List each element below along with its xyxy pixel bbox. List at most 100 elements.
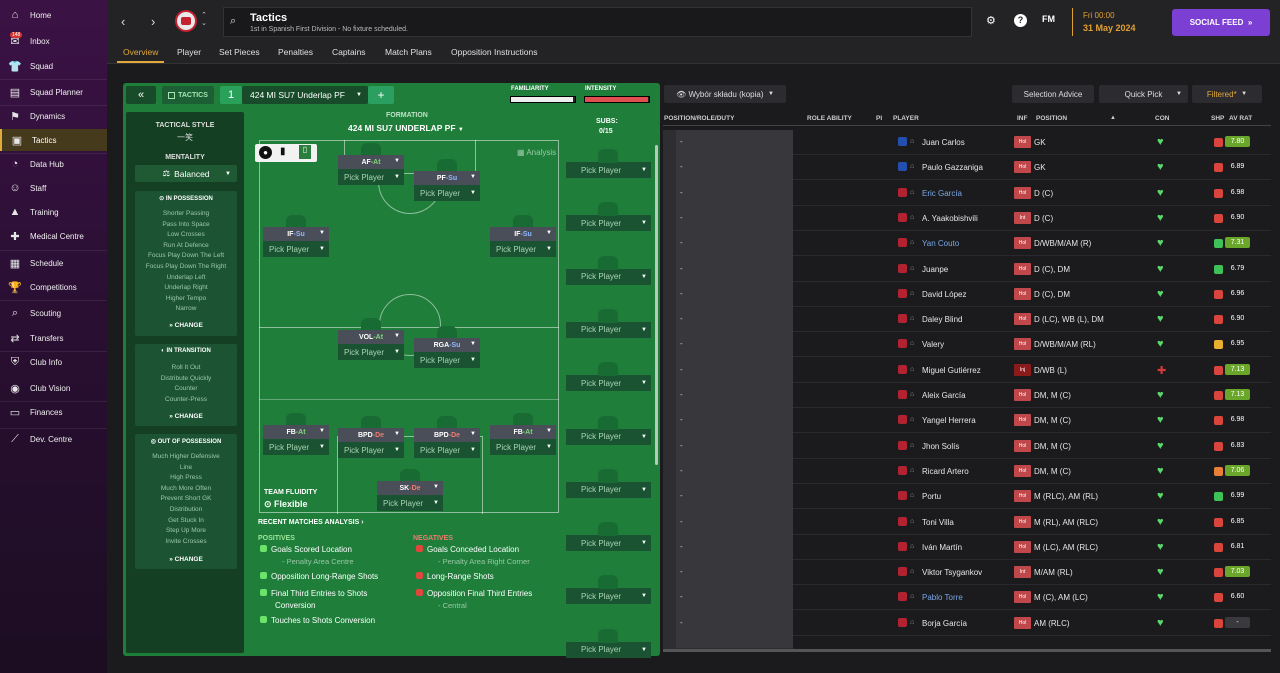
squad-selection-select[interactable]: 👁 Wybór składu (kopia) ▼: [664, 85, 786, 103]
pick-player-select[interactable]: Pick Player ▼: [338, 442, 404, 458]
table-row[interactable]: - ⌂ Yangel Herrera Hol DM, M (C) ♥ 6.98: [680, 408, 1271, 434]
sub-slot[interactable]: Pick Player ▼: [566, 575, 651, 605]
table-row[interactable]: - ⌂ Iván Martín Hol M (LC), AM (RLC) ♥ 6.81: [680, 535, 1271, 560]
column-header[interactable]: POSITION: [1036, 115, 1067, 122]
sidebar-item-inbox[interactable]: ✉ 148 Inbox: [0, 30, 107, 52]
pick-player-select[interactable]: Pick Player ▼: [338, 344, 404, 360]
table-row[interactable]: - ⌂ Jhon Solís Hol DM, M (C) ♥ 6.83: [680, 434, 1271, 459]
role-duty-cell[interactable]: -: [680, 466, 683, 475]
role-duty-cell[interactable]: -: [680, 213, 683, 222]
change-button[interactable]: » CHANGE: [135, 413, 237, 420]
negative-item[interactable]: Opposition Final Third Entries: [416, 589, 532, 598]
sidebar-item-medical-centre[interactable]: ✚ Medical Centre: [0, 225, 107, 247]
sidebar-item-dev-centre[interactable]: ⟋ Dev. Centre: [0, 428, 107, 450]
positive-item[interactable]: Final Third Entries to Shots: [260, 589, 367, 598]
table-row[interactable]: - ⌂ Eric García Hol D (C) ♥ 6.98: [680, 181, 1271, 206]
role-duty[interactable]: FB - At ▼: [263, 425, 329, 439]
player-name[interactable]: Yangel Herrera: [922, 416, 976, 425]
info-badge[interactable]: Int: [1014, 211, 1031, 224]
subs-scrollbar[interactable]: [655, 145, 658, 465]
selection-advice-button[interactable]: Selection Advice: [1012, 85, 1094, 103]
player-name[interactable]: Pablo Torre: [922, 593, 963, 602]
info-badge[interactable]: Hol: [1014, 439, 1031, 452]
sidebar-item-dynamics[interactable]: ⚑ Dynamics: [0, 105, 107, 127]
position-card-fb[interactable]: FB - At ▼ Pick Player ▼: [263, 413, 329, 455]
team-fluidity-value[interactable]: ⊙ Flexible: [264, 499, 308, 510]
pick-player-select[interactable]: Pick Player ▼: [414, 185, 480, 201]
tab-penalties[interactable]: Penalties: [278, 47, 313, 57]
sidebar-item-data-hub[interactable]: ◔ Data Hub: [0, 153, 107, 175]
role-duty-cell[interactable]: -: [680, 415, 683, 424]
table-row[interactable]: - ⌂ Juanpe Hol D (C), DM ♥ 6.79: [680, 257, 1271, 282]
column-header[interactable]: PLAYER: [893, 115, 919, 122]
sub-slot[interactable]: Pick Player ▼: [566, 415, 651, 445]
table-row[interactable]: - ⌂ A. Yaakobishvili Int D (C) ♥ 6.90: [680, 206, 1271, 231]
role-duty-cell[interactable]: -: [680, 618, 683, 627]
player-name[interactable]: Juan Carlos: [922, 138, 965, 147]
column-header[interactable]: PI: [876, 115, 882, 122]
tactic-slot-number[interactable]: 1: [220, 86, 242, 104]
role-duty-cell[interactable]: -: [680, 441, 683, 450]
player-name[interactable]: A. Yaakobishvili: [922, 214, 978, 223]
pick-player-select[interactable]: Pick Player ▼: [377, 495, 443, 511]
info-badge[interactable]: Hol: [1014, 237, 1031, 250]
formation-select[interactable]: 424 MI SU7 UNDERLAP PF ▼: [348, 123, 464, 133]
sub-slot[interactable]: Pick Player ▼: [566, 522, 651, 552]
info-badge[interactable]: Hol: [1014, 161, 1031, 174]
role-duty-cell[interactable]: -: [680, 390, 683, 399]
tactical-style-value[interactable]: 一笑: [126, 132, 244, 143]
role-duty-cell[interactable]: -: [680, 162, 683, 171]
role-duty-cell[interactable]: -: [680, 517, 683, 526]
sub-slot[interactable]: Pick Player ▼: [566, 308, 651, 338]
sub-slot[interactable]: Pick Player ▼: [566, 255, 651, 285]
player-name[interactable]: Toni Villa: [922, 518, 954, 527]
position-card-bpd[interactable]: BPD - De ▼ Pick Player ▼: [338, 416, 404, 458]
tab-match-plans[interactable]: Match Plans: [385, 47, 432, 57]
position-card-pf[interactable]: PF - Su ▼ Pick Player ▼: [414, 159, 480, 201]
bar-chart-icon[interactable]: ▮: [280, 146, 286, 157]
player-name[interactable]: David López: [922, 290, 966, 299]
position-card-rga[interactable]: RGA - Su ▼ Pick Player ▼: [414, 326, 480, 368]
table-row[interactable]: - ⌂ Viktor Tsygankov Int M/AM (RL) ♥ 7.03: [680, 560, 1271, 586]
table-row[interactable]: - ⌂ Pablo Torre Hol M (C), AM (LC) ♥ 6.60: [680, 585, 1271, 611]
position-card-if[interactable]: IF - Su ▼ Pick Player ▼: [490, 215, 556, 257]
intensity-meter[interactable]: [584, 96, 650, 103]
info-badge[interactable]: Hol: [1014, 616, 1031, 629]
info-badge[interactable]: Hol: [1014, 414, 1031, 427]
info-badge[interactable]: Hol: [1014, 591, 1031, 604]
info-badge[interactable]: Hol: [1014, 262, 1031, 275]
player-name[interactable]: Miguel Gutiérrez: [922, 366, 981, 375]
sidebar-item-tactics[interactable]: ▣ Tactics: [0, 129, 107, 151]
column-header[interactable]: ROLE ABILITY: [807, 115, 852, 122]
pick-player-select[interactable]: Pick Player ▼: [263, 241, 329, 257]
info-badge[interactable]: Hol: [1014, 313, 1031, 326]
tactics-label[interactable]: TACTICS: [162, 86, 214, 104]
role-duty[interactable]: PF - Su ▼: [414, 171, 480, 185]
info-badge[interactable]: Inj: [1014, 363, 1031, 376]
role-duty[interactable]: BPD - De ▼: [338, 428, 404, 442]
table-row[interactable]: - ⌂ Miguel Gutiérrez Inj D/WB (L) ✚ 7.13: [680, 358, 1271, 383]
table-row[interactable]: - ⌂ David López Hol D (C), DM ♥ 6.96: [680, 282, 1271, 307]
positive-item[interactable]: Opposition Long-Range Shots: [260, 572, 378, 581]
sidebar-item-staff[interactable]: ☺ Staff: [0, 177, 107, 199]
sort-asc-icon[interactable]: ▲: [1110, 115, 1116, 121]
role-duty-cell[interactable]: -: [680, 592, 683, 601]
role-duty[interactable]: RGA - Su ▼: [414, 338, 480, 352]
player-name[interactable]: Borja García: [922, 619, 967, 628]
info-badge[interactable]: Hol: [1014, 389, 1031, 401]
sidebar-item-competitions[interactable]: 🏆 Competitions: [0, 276, 107, 298]
player-name[interactable]: Iván Martín: [922, 543, 962, 552]
pick-player-select[interactable]: Pick Player ▼: [338, 169, 404, 185]
column-header[interactable]: POSITION/ROLE/DUTY: [664, 115, 734, 122]
sub-slot[interactable]: Pick Player ▼: [566, 202, 651, 232]
info-badge[interactable]: Hol: [1014, 338, 1031, 351]
sidebar-item-training[interactable]: ▲ Training: [0, 201, 107, 223]
role-duty-cell[interactable]: -: [680, 339, 683, 348]
position-card-vol[interactable]: VOL - At ▼ Pick Player ▼: [338, 318, 404, 360]
sub-slot[interactable]: Pick Player ▼: [566, 468, 651, 498]
position-card-sk[interactable]: SK - De ▼ Pick Player ▼: [377, 469, 443, 511]
info-badge[interactable]: Hol: [1014, 464, 1031, 477]
negative-item[interactable]: Goals Conceded Location: [416, 545, 519, 554]
sidebar-item-club-info[interactable]: ⛨ Club Info: [0, 351, 107, 373]
table-row[interactable]: - ⌂ Valery Hol D/WB/M/AM (RL) ♥ 6.95: [680, 332, 1271, 358]
